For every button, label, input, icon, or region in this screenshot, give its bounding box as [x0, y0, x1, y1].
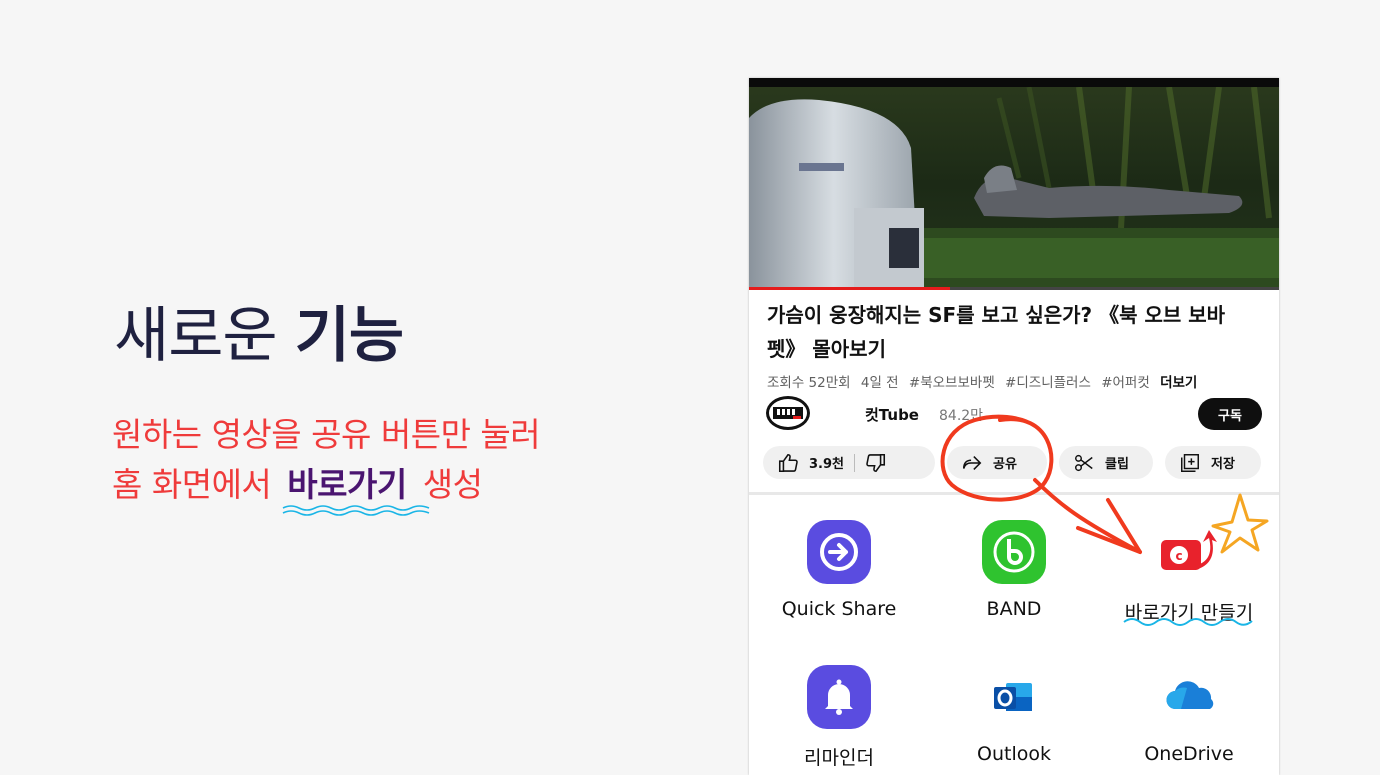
video-progress-fill: [749, 287, 951, 290]
channel-avatar[interactable]: [766, 396, 810, 430]
thumbs-up-icon[interactable]: [777, 452, 799, 474]
video-top-bar: [749, 78, 1279, 87]
like-divider: [854, 453, 855, 472]
bell-icon: [807, 665, 871, 729]
share-target-label: Outlook: [977, 743, 1051, 765]
share-target-outlook[interactable]: Outlook: [929, 665, 1099, 765]
share-arrow-icon: [962, 455, 982, 470]
description-suffix: 생성: [412, 465, 483, 504]
share-target-label: BAND: [986, 598, 1042, 620]
headline: 새로운 기능: [114, 298, 404, 374]
hashtag[interactable]: #디즈니플러스: [1005, 375, 1091, 391]
squiggle-underline: [282, 505, 430, 516]
subscribe-button[interactable]: 구독: [1198, 398, 1262, 430]
share-sheet-divider: [749, 492, 1279, 495]
video-player[interactable]: [749, 78, 1279, 290]
description-line-2: 홈 화면에서 바로가기 생성: [112, 458, 483, 516]
share-target-reminder[interactable]: 리마인더: [754, 665, 924, 770]
share-label: 공유: [993, 457, 1017, 472]
scissors-icon: [1075, 454, 1093, 471]
share-target-label: 리마인더: [804, 747, 874, 769]
share-target-quick-share[interactable]: Quick Share: [754, 520, 924, 620]
add-to-playlist-icon: [1181, 453, 1199, 472]
headline-regular: 새로운: [114, 301, 295, 371]
thumbs-down-icon[interactable]: [865, 452, 887, 474]
hashtag[interactable]: #어퍼컷: [1101, 375, 1150, 391]
share-target-shortcut[interactable]: c 바로가기 만들기: [1104, 520, 1274, 625]
highlight-word: 바로가기: [281, 465, 430, 516]
phone-screenshot: 가슴이 웅장해지는 SF를 보고 싶은가? 《북 오브 보바 펫》 몰아보기 조…: [749, 78, 1279, 775]
upload-age: 4일 전: [860, 375, 899, 391]
share-target-onedrive[interactable]: OneDrive: [1104, 665, 1274, 765]
like-dislike-group: 3.9천: [763, 446, 935, 479]
outlook-icon: [982, 665, 1046, 729]
video-frame: [749, 78, 1279, 290]
description-prefix: 홈 화면에서: [112, 465, 282, 504]
highlight-text: 바로가기: [287, 465, 407, 504]
shortcut-icon: c: [1157, 520, 1221, 584]
video-title: 가슴이 웅장해지는 SF를 보고 싶은가? 《북 오브 보바 펫》 몰아보기: [767, 303, 1226, 361]
view-count: 조회수 52만회: [767, 375, 851, 391]
video-meta: 조회수 52만회 4일 전 #북오브보바펫 #디즈니플러스 #어퍼컷 더보기: [767, 371, 1203, 391]
quick-share-icon: [807, 520, 871, 584]
headline-bold: 기능: [294, 301, 404, 371]
clip-button[interactable]: 클립: [1059, 446, 1153, 479]
share-target-label: Quick Share: [781, 598, 897, 620]
clip-label: 클립: [1105, 457, 1129, 472]
hashtag[interactable]: #북오브보바펫: [909, 375, 995, 391]
share-target-label: OneDrive: [1144, 743, 1234, 765]
subscriber-count: 84.2만: [939, 408, 984, 424]
save-label: 저장: [1211, 457, 1235, 472]
more-button[interactable]: 더보기: [1160, 375, 1197, 391]
onedrive-icon: [1157, 665, 1221, 729]
share-target-band[interactable]: BAND: [929, 520, 1099, 620]
channel-name[interactable]: 컷Tube: [865, 404, 919, 425]
channel-logo-icon: [773, 407, 803, 419]
save-button[interactable]: 저장: [1165, 446, 1261, 479]
description-line-1: 원하는 영상을 공유 버튼만 눌러: [112, 415, 541, 454]
like-count: 3.9천: [809, 457, 844, 472]
share-target-label: 바로가기 만들기: [1124, 602, 1254, 624]
band-icon: [982, 520, 1046, 584]
svg-text:c: c: [1175, 549, 1182, 563]
share-button[interactable]: 공유: [947, 446, 1047, 479]
